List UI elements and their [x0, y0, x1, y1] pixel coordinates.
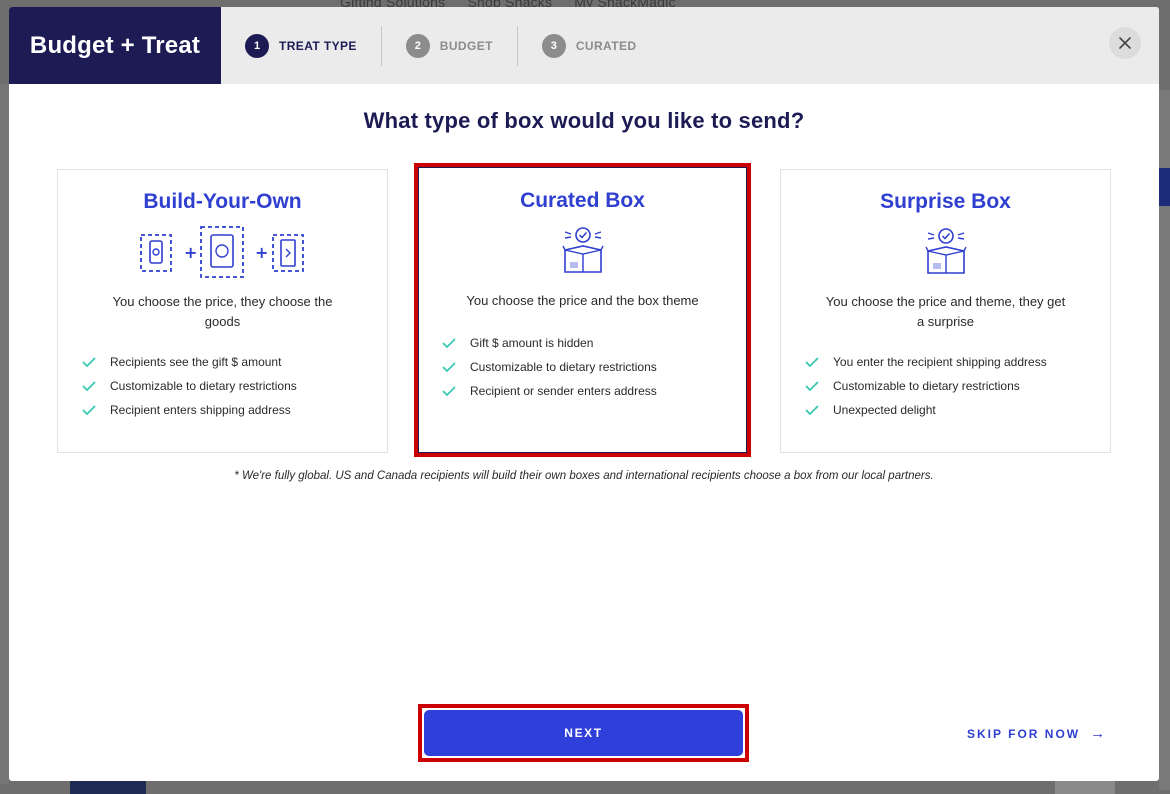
- global-footnote: * We're fully global. US and Canada reci…: [234, 470, 934, 482]
- feature-item: Gift $ amount is hidden: [442, 331, 747, 355]
- card-description: You choose the price, they choose the go…: [112, 294, 333, 329]
- card-title: Surprise Box: [880, 190, 1011, 213]
- surprise-box-icon: [781, 226, 1110, 278]
- step-divider: [380, 25, 382, 66]
- next-button[interactable]: NEXT: [424, 710, 743, 756]
- feature-item: Customizable to dietary restrictions: [82, 374, 387, 398]
- option-card-build-your-own[interactable]: Build-Your-Own + + You choose the price,…: [57, 169, 388, 453]
- option-card-curated-box[interactable]: Curated Box You choose the price and the…: [414, 163, 751, 457]
- step-divider: [516, 25, 518, 66]
- feature-list: You enter the recipient shipping address…: [805, 350, 1110, 422]
- card-description: You choose the price and theme, they get…: [825, 294, 1066, 329]
- background-footer-avatar: [1055, 781, 1115, 794]
- option-card-surprise-box[interactable]: Surprise Box You choose the price and th…: [780, 169, 1111, 453]
- feature-text: Recipient enters shipping address: [110, 403, 291, 417]
- background-left-strip: [0, 84, 9, 784]
- close-button[interactable]: [1109, 27, 1141, 59]
- box-type-options: Build-Your-Own + + You choose the price,…: [57, 163, 1111, 457]
- feature-text: Recipients see the gift $ amount: [110, 355, 282, 369]
- check-icon: [805, 380, 819, 392]
- feature-list: Recipients see the gift $ amount Customi…: [82, 350, 387, 422]
- step-number: 1: [245, 33, 269, 58]
- feature-text: Recipient or sender enters address: [470, 384, 657, 398]
- check-icon: [442, 385, 456, 397]
- feature-list: Gift $ amount is hidden Customizable to …: [442, 331, 747, 403]
- step-number: 2: [405, 33, 430, 58]
- feature-item: Recipients see the gift $ amount: [82, 350, 387, 374]
- step-label: TREAT TYPE: [279, 38, 357, 53]
- feature-item: Recipient enters shipping address: [82, 398, 387, 422]
- step-budget: 2 BUDGET: [405, 33, 493, 58]
- feature-text: Customizable to dietary restrictions: [833, 379, 1020, 393]
- check-icon: [82, 356, 96, 368]
- check-icon: [442, 337, 456, 349]
- feature-item: Recipient or sender enters address: [442, 379, 747, 403]
- step-treat-type: 1 TREAT TYPE: [245, 33, 357, 58]
- arrow-right-icon: →: [1090, 725, 1106, 742]
- step-progress: 1 TREAT TYPE 2 BUDGET 3 CURATED: [245, 7, 636, 84]
- feature-text: You enter the recipient shipping address: [833, 355, 1047, 369]
- feature-item: You enter the recipient shipping address: [805, 350, 1110, 374]
- skip-for-now-link[interactable]: SKIP FOR NOW →: [967, 725, 1105, 742]
- modal-header: Budget + Treat 1 TREAT TYPE 2 BUDGET 3 C…: [9, 7, 1159, 84]
- step-label: BUDGET: [439, 38, 493, 53]
- close-icon: [1119, 37, 1131, 49]
- skip-label: SKIP FOR NOW: [967, 726, 1081, 741]
- curated-box-icon: [418, 225, 747, 277]
- feature-text: Customizable to dietary restrictions: [470, 360, 657, 374]
- check-icon: [805, 404, 819, 416]
- svg-text:+: +: [184, 243, 197, 262]
- step-number: 3: [541, 33, 566, 58]
- check-icon: [82, 380, 96, 392]
- card-title: Build-Your-Own: [143, 190, 302, 213]
- card-title: Curated Box: [520, 189, 645, 212]
- check-icon: [805, 356, 819, 368]
- card-description: You choose the price and the box theme: [466, 293, 699, 308]
- feature-text: Unexpected delight: [833, 403, 936, 417]
- page-title: What type of box would you like to send?: [363, 108, 805, 133]
- background-footer-icon: [70, 781, 146, 794]
- feature-text: Customizable to dietary restrictions: [110, 379, 297, 393]
- background-right-tab: [1159, 168, 1170, 206]
- treat-type-modal: Budget + Treat 1 TREAT TYPE 2 BUDGET 3 C…: [9, 7, 1159, 781]
- check-icon: [442, 361, 456, 373]
- step-label: CURATED: [575, 38, 637, 53]
- feature-item: Customizable to dietary restrictions: [805, 374, 1110, 398]
- svg-text:+: +: [255, 243, 268, 262]
- feature-item: Customizable to dietary restrictions: [442, 355, 747, 379]
- feature-item: Unexpected delight: [805, 398, 1110, 422]
- brand-title: Budget + Treat: [9, 7, 221, 84]
- step-curated: 3 CURATED: [541, 33, 637, 58]
- check-icon: [82, 404, 96, 416]
- next-button-highlight: NEXT: [418, 704, 749, 762]
- feature-text: Gift $ amount is hidden: [470, 336, 594, 350]
- build-your-own-icon: + +: [58, 226, 387, 278]
